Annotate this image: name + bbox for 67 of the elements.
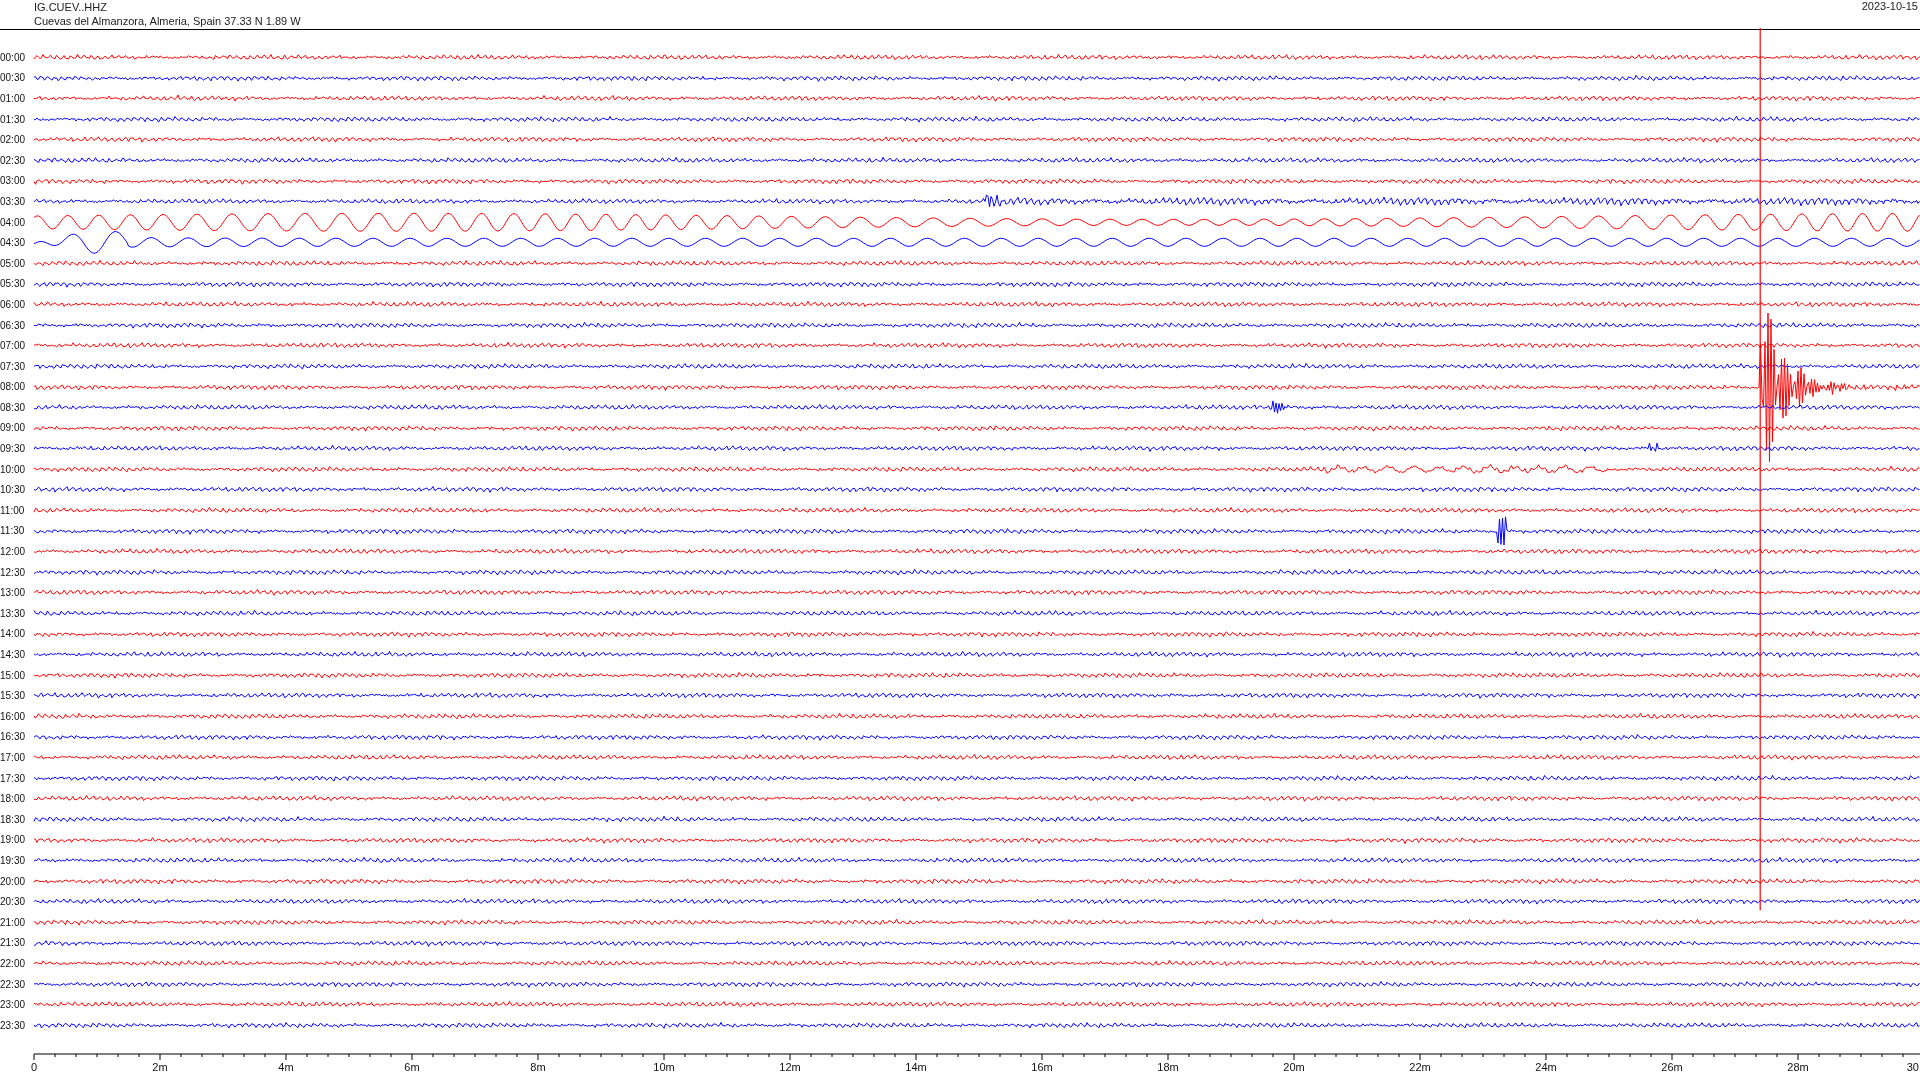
time-label: 22:00: [0, 957, 27, 969]
time-label: 10:00: [0, 463, 27, 475]
time-label: 20:30: [0, 896, 27, 908]
time-label: 17:30: [0, 772, 27, 784]
time-label: 14:30: [0, 649, 27, 660]
time-label: 03:00: [0, 175, 27, 187]
time-label: 15:00: [0, 669, 27, 681]
time-label: 16:30: [0, 731, 27, 743]
time-label: 18:00: [0, 793, 27, 805]
time-label: 16:00: [0, 710, 27, 722]
time-label: 01:00: [0, 93, 27, 104]
time-label: 06:30: [0, 319, 27, 331]
time-label: 07:30: [0, 360, 27, 372]
time-label: 04:30: [0, 237, 27, 249]
axis-tick-label: 28m: [1787, 1060, 1809, 1073]
axis-tick-label: 2m: [152, 1060, 168, 1073]
axis-tick-label: 22m: [1409, 1060, 1431, 1073]
time-label: 17:00: [0, 752, 27, 763]
time-label: 05:00: [0, 257, 27, 269]
time-label: 09:30: [0, 443, 27, 455]
time-label: 08:00: [0, 381, 27, 393]
time-label: 08:30: [0, 401, 27, 413]
time-label: 11:30: [0, 525, 26, 537]
time-label: 00:30: [0, 72, 27, 84]
axis-tick-label: 14m: [905, 1060, 927, 1073]
axis-tick-label: 20m: [1283, 1060, 1305, 1073]
time-label: 04:00: [0, 216, 27, 228]
time-label: 19:30: [0, 854, 27, 866]
time-label: 07:00: [0, 340, 27, 352]
axis-tick-label: 16m: [1031, 1060, 1053, 1073]
time-label: 21:30: [0, 937, 27, 949]
time-label: 11:00: [0, 504, 26, 516]
time-label: 01:30: [0, 113, 27, 125]
axis-tick-label: 0: [30, 1060, 38, 1073]
axis-tick-label: 18m: [1157, 1060, 1179, 1073]
time-label: 22:30: [0, 978, 27, 990]
time-label: 05:30: [0, 278, 27, 290]
time-label: 23:00: [0, 999, 27, 1011]
time-label: 13:30: [0, 607, 27, 619]
time-label: 10:30: [0, 484, 27, 496]
station-location: Cuevas del Almanzora, Almeria, Spain 37.33 N 1.89 W: [34, 14, 301, 28]
time-label: 14:00: [0, 628, 27, 640]
time-label: 19:00: [0, 834, 27, 846]
time-label: 12:30: [0, 566, 27, 578]
axis-tick-label: 26m: [1661, 1060, 1683, 1073]
axis-tick-label: 12m: [779, 1060, 801, 1073]
time-label: 06:00: [0, 298, 27, 310]
time-label: 00:00: [0, 51, 27, 63]
time-label: 12:00: [0, 546, 27, 558]
axis-tick-label: 24m: [1535, 1060, 1557, 1073]
time-label: 21:00: [0, 916, 27, 928]
time-label: 03:30: [0, 195, 27, 207]
time-label: 20:00: [0, 875, 27, 887]
axis-tick-label: 8m: [530, 1060, 546, 1073]
time-label: 02:00: [0, 134, 27, 146]
axis-tick-label: 10m: [653, 1060, 675, 1073]
axis-tick-label: 6m: [404, 1060, 420, 1073]
time-label: 15:30: [0, 690, 27, 702]
plot-date: 2023-10-15: [1861, 0, 1918, 12]
station-code: IG.CUEV..HHZ: [34, 0, 107, 14]
time-label: 09:00: [0, 422, 27, 434]
time-label: 13:00: [0, 587, 27, 599]
time-label: 23:30: [0, 1019, 27, 1031]
time-label: 02:30: [0, 154, 27, 166]
time-label: 18:30: [0, 813, 27, 825]
axis-tick-label: 30: [1906, 1060, 1919, 1073]
axis-tick-label: 4m: [278, 1060, 294, 1073]
